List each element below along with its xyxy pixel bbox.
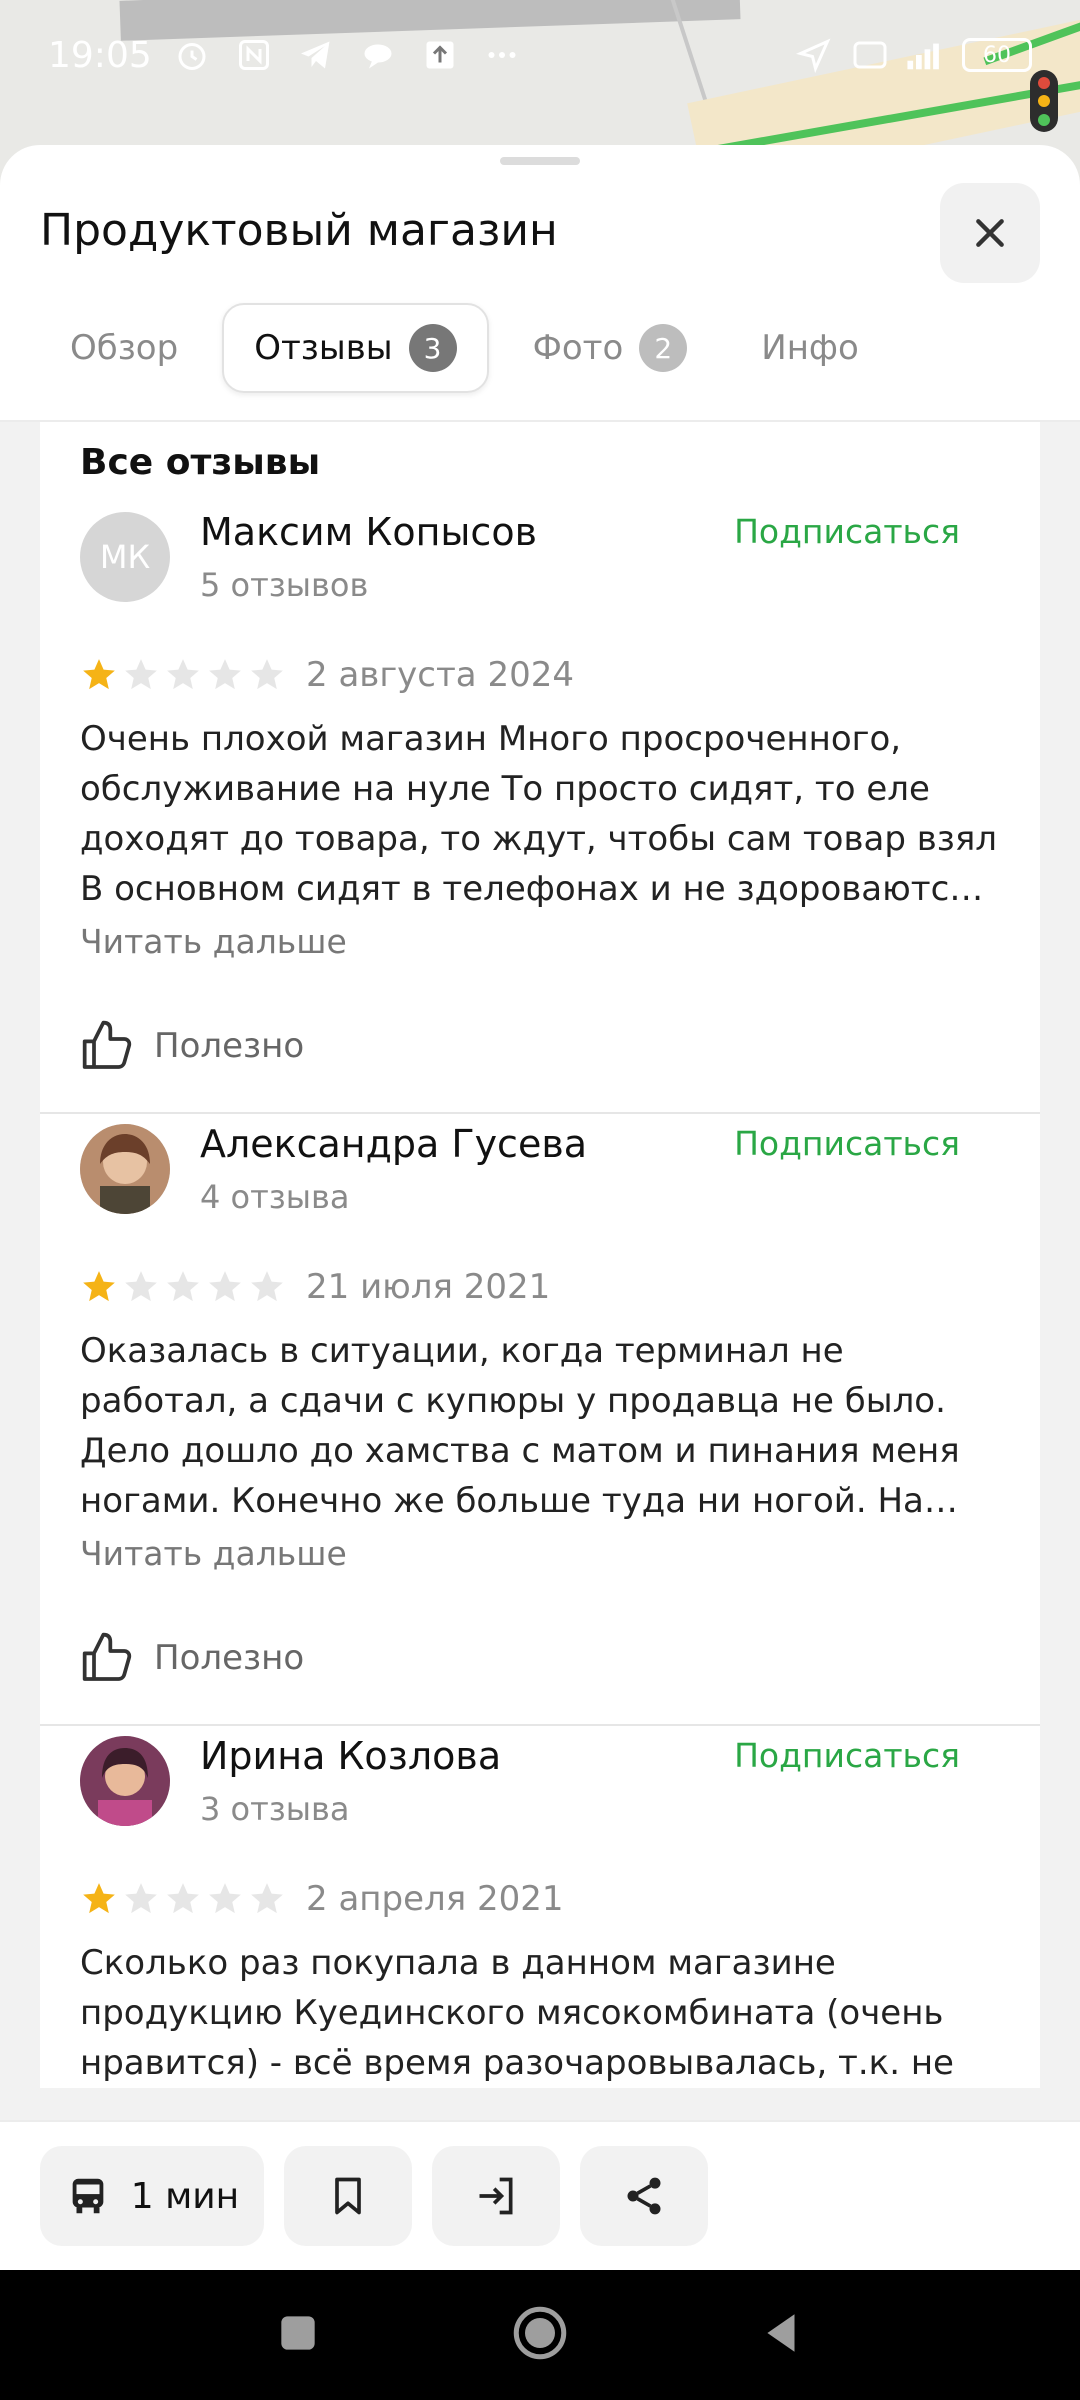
star-empty-icon <box>248 1880 286 1918</box>
read-more-link[interactable]: Читать дальше <box>80 1534 1000 1592</box>
signal-icon <box>906 35 946 75</box>
star-rating <box>80 1880 286 1918</box>
sheet-grabber[interactable] <box>500 157 580 165</box>
avatar-photo <box>80 1736 170 1826</box>
upload-icon <box>420 35 460 75</box>
review-text[interactable]: Оказалась в ситуации, когда терминал не … <box>80 1326 1000 1526</box>
review-count: 3 отзыва <box>200 1790 350 1828</box>
status-bar: 19:05 60 <box>0 0 1080 110</box>
tab-count-badge: 2 <box>639 324 688 372</box>
tab-label: Фото <box>532 328 624 368</box>
review-author[interactable]: Ирина Козлова <box>200 1734 501 1778</box>
helpful-label: Полезно <box>154 1638 305 1678</box>
review-text[interactable]: Очень плохой магазин Много просроченного… <box>80 714 1000 914</box>
star-filled-icon <box>80 1880 118 1918</box>
volte-icon <box>850 35 890 75</box>
telegram-icon <box>296 35 336 75</box>
star-rating <box>80 1268 286 1306</box>
alarm-icon <box>172 35 212 75</box>
star-empty-icon <box>206 1268 244 1306</box>
place-sheet: Продуктовый магазин Обзор Отзывы 3 Фото … <box>0 145 1080 2270</box>
bookmark-icon <box>335 2177 361 2215</box>
star-empty-icon <box>164 1268 202 1306</box>
action-bar: 1 мин <box>0 2120 1080 2270</box>
tab-bar: Обзор Отзывы 3 Фото 2 Инфо <box>40 303 889 393</box>
avatar-photo <box>80 1124 170 1214</box>
tab-info[interactable]: Инфо <box>731 303 889 393</box>
tab-label: Инфо <box>761 328 859 368</box>
tab-reviews[interactable]: Отзывы 3 <box>222 303 489 393</box>
bus-icon <box>72 2178 104 2214</box>
helpful-button[interactable]: Полезно <box>80 980 1000 1112</box>
star-empty-icon <box>164 656 202 694</box>
bookmark-button[interactable] <box>284 2146 412 2246</box>
back-button[interactable] <box>757 2308 807 2362</box>
review-date: 2 августа 2024 <box>306 655 574 695</box>
tab-label: Отзывы <box>254 328 393 368</box>
star-empty-icon <box>164 1880 202 1918</box>
avatar[interactable] <box>80 1124 170 1214</box>
tab-photos[interactable]: Фото 2 <box>503 303 718 393</box>
star-rating <box>80 656 286 694</box>
read-more-link[interactable]: Читать дальше <box>80 922 1000 980</box>
more-dots-icon <box>482 35 522 75</box>
review-date: 2 апреля 2021 <box>306 1879 564 1919</box>
review-author[interactable]: Александра Гусева <box>200 1122 587 1166</box>
thumbs-up-icon <box>82 1632 132 1681</box>
home-circle-icon <box>513 2306 567 2360</box>
close-button[interactable] <box>940 183 1040 283</box>
star-empty-icon <box>248 1268 286 1306</box>
tab-count-badge: 3 <box>408 324 457 372</box>
tab-label: Обзор <box>70 328 179 368</box>
helpful-label: Полезно <box>154 1026 305 1066</box>
recents-button[interactable] <box>273 2308 323 2362</box>
tab-overview[interactable]: Обзор <box>40 303 208 393</box>
section-title: Все отзывы <box>80 441 321 483</box>
transit-route-button[interactable]: 1 мин <box>40 2146 264 2246</box>
enter-button[interactable] <box>432 2146 560 2246</box>
chat-icon <box>358 35 398 75</box>
avatar[interactable] <box>80 1736 170 1826</box>
review-count: 5 отзывов <box>200 566 369 604</box>
avatar[interactable]: МК <box>80 512 170 602</box>
star-filled-icon <box>80 1268 118 1306</box>
thumbs-up-icon <box>82 1020 132 1069</box>
share-button[interactable] <box>580 2146 708 2246</box>
back-triangle-icon <box>767 2314 795 2352</box>
review-count: 4 отзыва <box>200 1178 350 1216</box>
review-text[interactable]: Сколько раз покупала в данном магазине п… <box>80 1938 1000 2088</box>
close-icon <box>976 219 1004 247</box>
transit-time: 1 мин <box>130 2175 240 2217</box>
share-icon <box>627 2177 661 2215</box>
star-empty-icon <box>122 656 160 694</box>
review-item: Александра Гусева 4 отзыва Подписаться 2… <box>40 1114 1040 1726</box>
system-nav-bar <box>0 2270 1080 2400</box>
battery-indicator: 60 <box>962 38 1032 72</box>
star-empty-icon <box>206 656 244 694</box>
subscribe-button[interactable]: Подписаться <box>734 1736 960 1775</box>
star-empty-icon <box>122 1880 160 1918</box>
subscribe-button[interactable]: Подписаться <box>734 512 960 551</box>
nfc-icon <box>234 35 274 75</box>
review-author[interactable]: Максим Копысов <box>200 510 537 554</box>
home-button[interactable] <box>510 2303 570 2367</box>
reviews-scroll-area[interactable]: Все отзывы МК Максим Копысов 5 отзывов П… <box>0 422 1080 2122</box>
place-title: Продуктовый магазин <box>40 205 558 256</box>
star-empty-icon <box>248 656 286 694</box>
helpful-button[interactable]: Полезно <box>80 1592 1000 1724</box>
review-item: Ирина Козлова 3 отзыва Подписаться 2 апр… <box>40 1726 1040 2088</box>
review-item: МК Максим Копысов 5 отзывов Подписаться … <box>40 502 1040 1114</box>
location-arrow-icon <box>794 35 834 75</box>
star-empty-icon <box>206 1880 244 1918</box>
subscribe-button[interactable]: Подписаться <box>734 1124 960 1163</box>
status-time: 19:05 <box>48 34 152 76</box>
traffic-light-icon[interactable] <box>1030 70 1058 132</box>
enter-icon <box>479 2177 513 2215</box>
square-icon <box>281 2316 315 2350</box>
star-filled-icon <box>80 656 118 694</box>
reviews-card: Все отзывы МК Максим Копысов 5 отзывов П… <box>40 422 1040 2088</box>
star-empty-icon <box>122 1268 160 1306</box>
review-date: 21 июля 2021 <box>306 1267 551 1307</box>
